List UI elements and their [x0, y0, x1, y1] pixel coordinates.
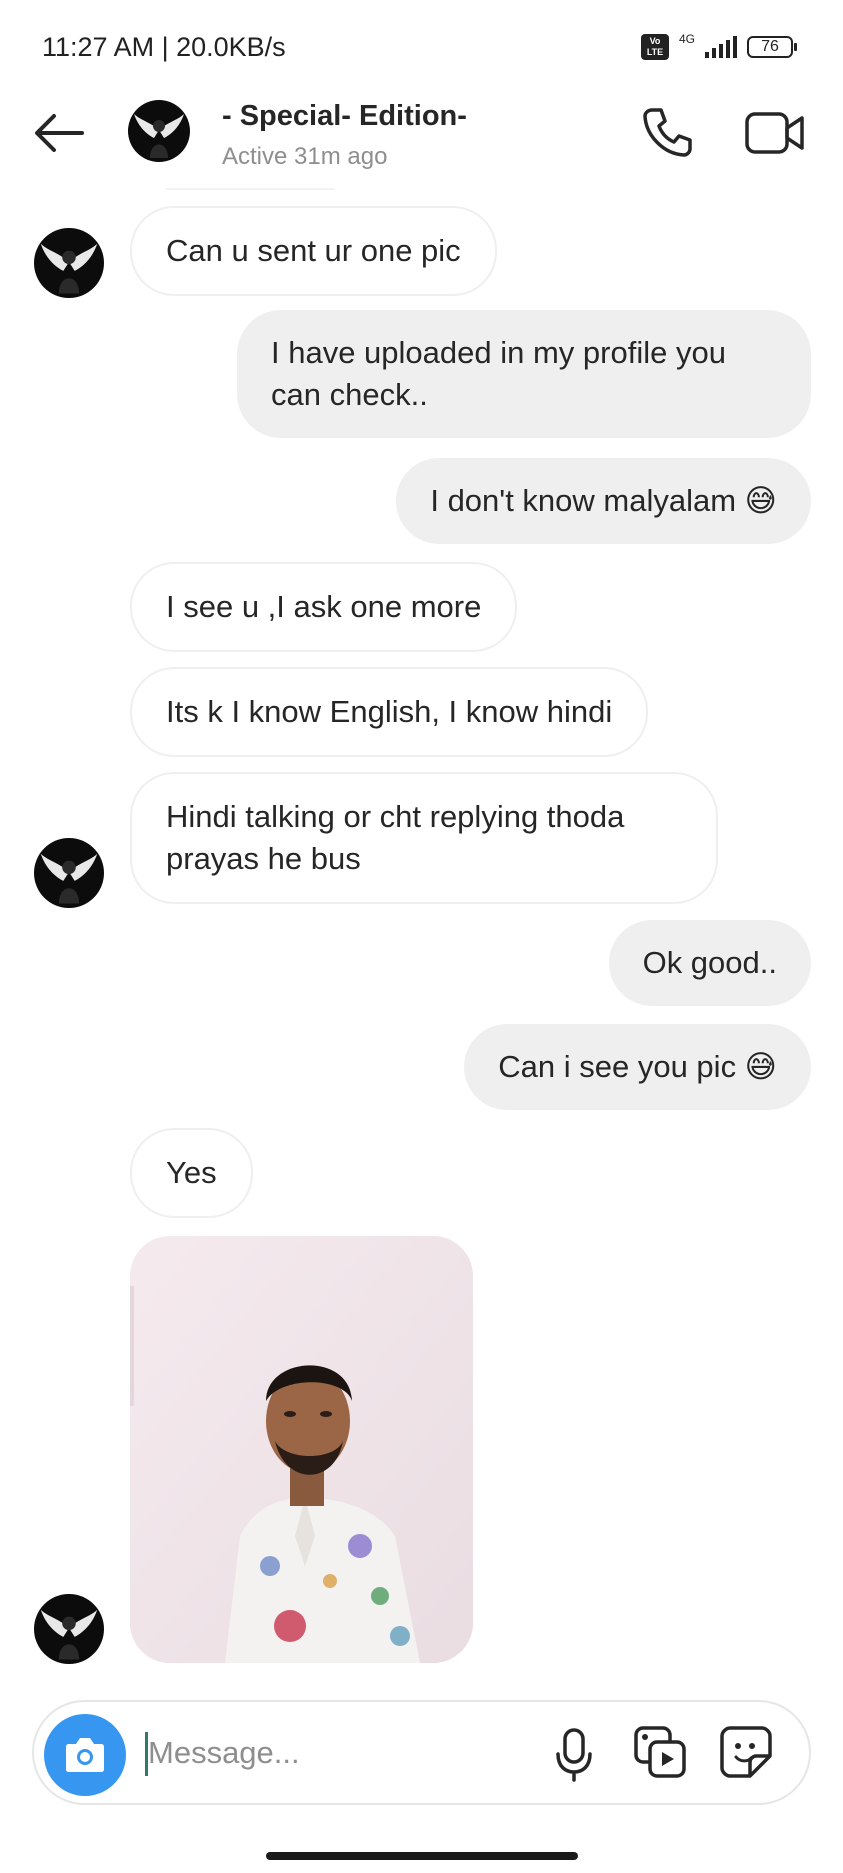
message-outgoing[interactable]: Can i see you pic 😅 [464, 1024, 811, 1110]
winged-figure-icon [40, 853, 98, 904]
video-camera-icon[interactable] [744, 108, 806, 158]
message-incoming[interactable]: Its k I know English, I know hindi [130, 667, 649, 757]
status-icons: Vo LTE 4G 76 [640, 30, 797, 64]
message-input[interactable] [148, 1728, 528, 1778]
message-outgoing[interactable]: I don't know malyalam 😅 [396, 458, 811, 544]
message-incoming[interactable]: I see u ,I ask one more [130, 562, 518, 652]
winged-figure-icon [40, 1609, 98, 1660]
phone-icon[interactable] [640, 104, 696, 160]
message-outgoing[interactable]: Ok good.. [608, 920, 811, 1006]
sticker-icon[interactable] [718, 1724, 774, 1780]
winged-figure-icon [40, 243, 98, 294]
status-time: 11:27 AM | 20.0KB/s [42, 32, 286, 62]
signal-icon [705, 36, 737, 58]
battery-level: 76 [761, 38, 779, 55]
back-arrow-icon[interactable] [30, 108, 90, 158]
sender-avatar[interactable] [34, 838, 104, 908]
volte-icon: Vo LTE [640, 34, 669, 60]
winged-figure-icon [134, 114, 184, 158]
message-outgoing[interactable]: I have uploaded in my profile you can ch… [237, 310, 811, 438]
battery-icon: 76 [747, 36, 797, 58]
photo-message[interactable] [130, 1236, 473, 1663]
camera-icon[interactable] [44, 1714, 126, 1796]
contact-avatar[interactable] [128, 100, 190, 162]
network-type: 4G [678, 32, 695, 46]
message-incoming[interactable]: Can u sent ur one pic [130, 206, 497, 296]
sender-avatar[interactable] [34, 228, 104, 298]
gallery-icon[interactable] [632, 1724, 688, 1780]
home-indicator[interactable] [266, 1852, 578, 1860]
person-photo [130, 1236, 473, 1663]
message-incoming[interactable]: Hindi talking or cht replying thoda pray… [130, 772, 718, 904]
contact-name[interactable]: - Special- Edition- [222, 100, 467, 133]
sender-avatar[interactable] [34, 1594, 104, 1664]
scroll-edge [165, 188, 335, 190]
message-incoming[interactable]: Yes [130, 1128, 253, 1218]
contact-status: Active 31m ago [222, 143, 388, 170]
microphone-icon[interactable] [548, 1724, 600, 1784]
